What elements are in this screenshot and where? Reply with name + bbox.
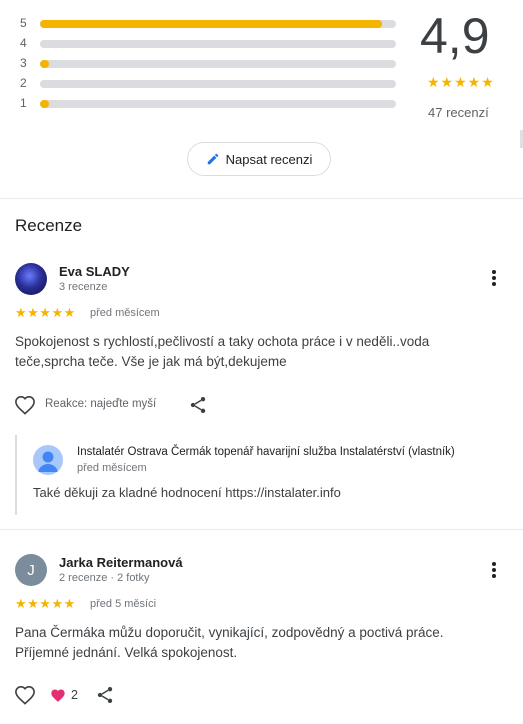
histogram-bar-track bbox=[40, 100, 396, 108]
histogram-row-5[interactable]: 5 bbox=[20, 16, 400, 30]
write-review-label: Napsat recenzi bbox=[225, 151, 313, 167]
review-date: před měsícem bbox=[90, 307, 160, 319]
owner-name[interactable]: Instalatér Ostrava Čermák topenář havari… bbox=[77, 446, 497, 458]
histogram-row-label: 4 bbox=[20, 36, 27, 50]
like-heart-icon[interactable] bbox=[14, 685, 36, 710]
histogram-bar-track bbox=[40, 60, 396, 68]
histogram-row-4[interactable]: 4 bbox=[20, 36, 400, 50]
review-author[interactable]: Eva SLADY bbox=[59, 264, 130, 279]
histogram-row-2[interactable]: 2 bbox=[20, 76, 400, 90]
reaction-heart-icon[interactable] bbox=[50, 688, 66, 708]
owner-avatar[interactable] bbox=[33, 445, 63, 475]
review-stars: ★★★★★ bbox=[15, 305, 76, 320]
histogram-row-label: 5 bbox=[20, 16, 27, 30]
histogram-bar-fill bbox=[40, 20, 382, 28]
write-review-button[interactable]: Napsat recenzi bbox=[187, 142, 331, 176]
total-reviews-count[interactable]: 47 recenzí bbox=[428, 105, 489, 120]
avatar[interactable]: J bbox=[15, 554, 47, 586]
review-text: Spokojenost s rychlostí,pečlivostí a tak… bbox=[15, 334, 430, 369]
section-divider bbox=[0, 198, 523, 199]
histogram-row-label: 3 bbox=[20, 56, 27, 70]
more-options-icon[interactable] bbox=[484, 560, 504, 580]
more-options-icon[interactable] bbox=[484, 268, 504, 288]
avatar[interactable] bbox=[15, 263, 47, 295]
reaction-hint: Reakce: najeďte myší bbox=[45, 398, 157, 410]
histogram-row-3[interactable]: 3 bbox=[20, 56, 400, 70]
review-stars: ★★★★★ bbox=[15, 596, 76, 611]
review-text: Pana Čermáka můžu doporučit, vynikající,… bbox=[15, 625, 444, 660]
owner-reply-date: před měsícem bbox=[77, 462, 147, 474]
review-divider bbox=[0, 529, 523, 530]
review-author-meta: 3 recenze bbox=[59, 281, 108, 293]
like-heart-icon[interactable] bbox=[14, 395, 36, 420]
histogram-bar-track bbox=[40, 80, 396, 88]
histogram-row-label: 1 bbox=[20, 96, 27, 110]
review-author[interactable]: Jarka Reitermanová bbox=[59, 555, 183, 570]
average-stars: ★★★★★ bbox=[427, 74, 495, 90]
average-rating: 4,9 bbox=[420, 8, 490, 64]
review-author-meta: 2 recenze · 2 fotky bbox=[59, 572, 150, 584]
histogram-bar-track bbox=[40, 40, 396, 48]
histogram-bar-fill bbox=[40, 100, 49, 108]
owner-reply-text: Také děkuji za kladné hodnocení https://… bbox=[33, 485, 341, 500]
reviews-section-title: Recenze bbox=[15, 216, 83, 235]
histogram-bar-fill bbox=[40, 60, 49, 68]
histogram-bar-track bbox=[40, 20, 396, 28]
histogram-row-label: 2 bbox=[20, 76, 27, 90]
reaction-count: 2 bbox=[71, 688, 78, 702]
share-icon[interactable] bbox=[188, 395, 208, 420]
histogram-row-1[interactable]: 1 bbox=[20, 96, 400, 110]
pencil-icon bbox=[206, 152, 220, 166]
review-date: před 5 měsíci bbox=[90, 598, 157, 610]
share-icon[interactable] bbox=[95, 685, 115, 710]
